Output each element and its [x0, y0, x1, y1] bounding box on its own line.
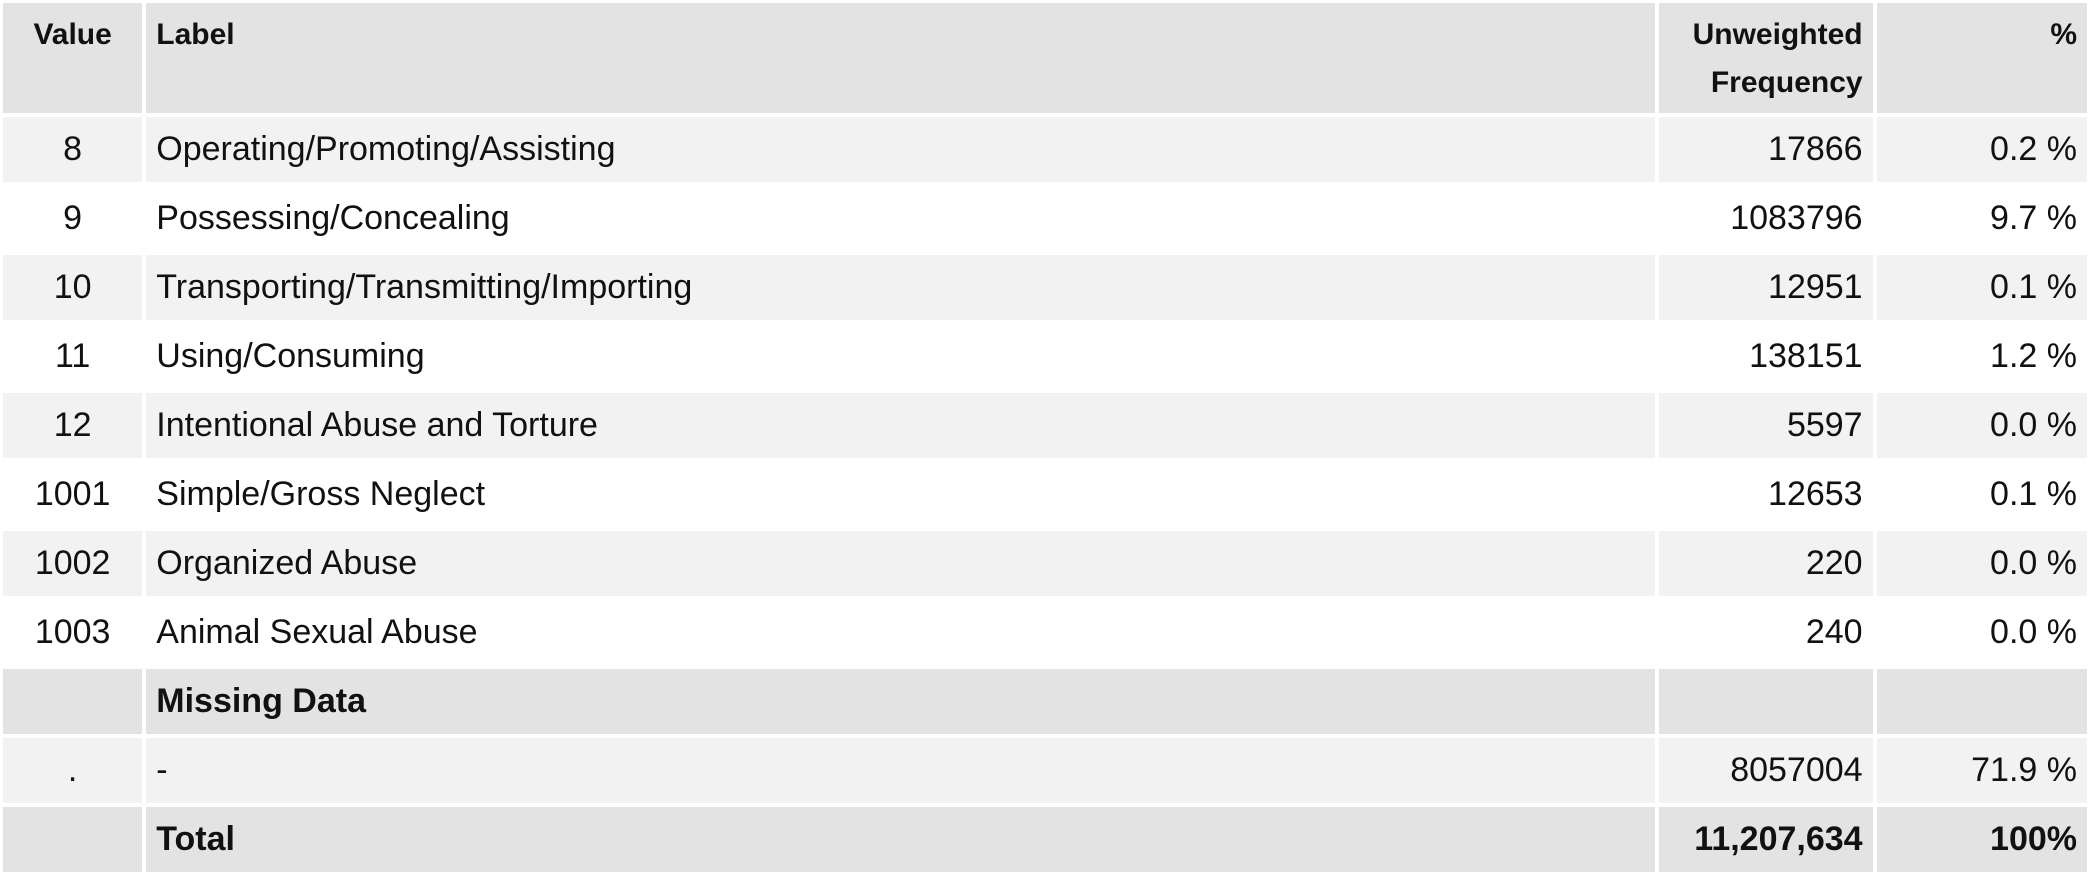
- frequency-column-header: Unweighted Frequency: [1659, 3, 1873, 113]
- label-cell: Using/Consuming: [146, 324, 1656, 389]
- percent-cell: 0.0 %: [1876, 531, 2087, 596]
- total-percent: 100%: [1876, 807, 2087, 872]
- table-row: 12 Intentional Abuse and Torture 5597 0.…: [3, 393, 2087, 458]
- label-cell: Operating/Promoting/Assisting: [146, 117, 1656, 182]
- table-row: 11 Using/Consuming 138151 1.2 %: [3, 324, 2087, 389]
- total-frequency: 11,207,634: [1659, 807, 1873, 872]
- table-row: 1002 Organized Abuse 220 0.0 %: [3, 531, 2087, 596]
- table-row: 1001 Simple/Gross Neglect 12653 0.1 %: [3, 462, 2087, 527]
- missing-data-section-row: Missing Data: [3, 669, 2087, 734]
- empty-cell: [3, 669, 143, 734]
- label-cell: Simple/Gross Neglect: [146, 462, 1656, 527]
- header-row: Value Label Unweighted Frequency %: [3, 3, 2087, 113]
- frequency-cell: 5597: [1659, 393, 1873, 458]
- percent-cell: 0.1 %: [1876, 255, 2087, 320]
- frequency-cell: 240: [1659, 600, 1873, 665]
- label-cell: -: [146, 738, 1656, 803]
- value-cell: 1003: [3, 600, 143, 665]
- table-row: 9 Possessing/Concealing 1083796 9.7 %: [3, 186, 2087, 251]
- label-column-header: Label: [146, 3, 1656, 113]
- frequency-cell: 138151: [1659, 324, 1873, 389]
- value-column-header: Value: [3, 3, 143, 113]
- frequency-cell: 12951: [1659, 255, 1873, 320]
- percent-cell: 0.0 %: [1876, 600, 2087, 665]
- table-row: . - 8057004 71.9 %: [3, 738, 2087, 803]
- frequency-cell: 220: [1659, 531, 1873, 596]
- frequency-cell: 1083796: [1659, 186, 1873, 251]
- value-cell: .: [3, 738, 143, 803]
- value-cell: 10: [3, 255, 143, 320]
- percent-cell: 0.1 %: [1876, 462, 2087, 527]
- total-label: Total: [146, 807, 1656, 872]
- empty-cell: [3, 807, 143, 872]
- label-cell: Possessing/Concealing: [146, 186, 1656, 251]
- percent-cell: 0.2 %: [1876, 117, 2087, 182]
- frequency-cell: 17866: [1659, 117, 1873, 182]
- empty-cell: [1659, 669, 1873, 734]
- value-cell: 1002: [3, 531, 143, 596]
- value-cell: 12: [3, 393, 143, 458]
- percent-column-header: %: [1876, 3, 2087, 113]
- table-row: 10 Transporting/Transmitting/Importing 1…: [3, 255, 2087, 320]
- value-cell: 1001: [3, 462, 143, 527]
- table-row: 8 Operating/Promoting/Assisting 17866 0.…: [3, 117, 2087, 182]
- section-label: Missing Data: [146, 669, 1656, 734]
- label-cell: Organized Abuse: [146, 531, 1656, 596]
- frequency-table: Value Label Unweighted Frequency % 8 Oper…: [0, 0, 2091, 876]
- label-cell: Animal Sexual Abuse: [146, 600, 1656, 665]
- empty-cell: [1876, 669, 2087, 734]
- total-row: Total 11,207,634 100%: [3, 807, 2087, 872]
- frequency-cell: 8057004: [1659, 738, 1873, 803]
- frequency-header-line1: Unweighted: [1692, 18, 1863, 51]
- table-row: 1003 Animal Sexual Abuse 240 0.0 %: [3, 600, 2087, 665]
- label-cell: Transporting/Transmitting/Importing: [146, 255, 1656, 320]
- value-cell: 11: [3, 324, 143, 389]
- percent-cell: 71.9 %: [1876, 738, 2087, 803]
- percent-cell: 1.2 %: [1876, 324, 2087, 389]
- value-cell: 8: [3, 117, 143, 182]
- label-cell: Intentional Abuse and Torture: [146, 393, 1656, 458]
- frequency-cell: 12653: [1659, 462, 1873, 527]
- percent-cell: 9.7 %: [1876, 186, 2087, 251]
- percent-cell: 0.0 %: [1876, 393, 2087, 458]
- frequency-header-line2: Frequency: [1710, 66, 1863, 99]
- value-cell: 9: [3, 186, 143, 251]
